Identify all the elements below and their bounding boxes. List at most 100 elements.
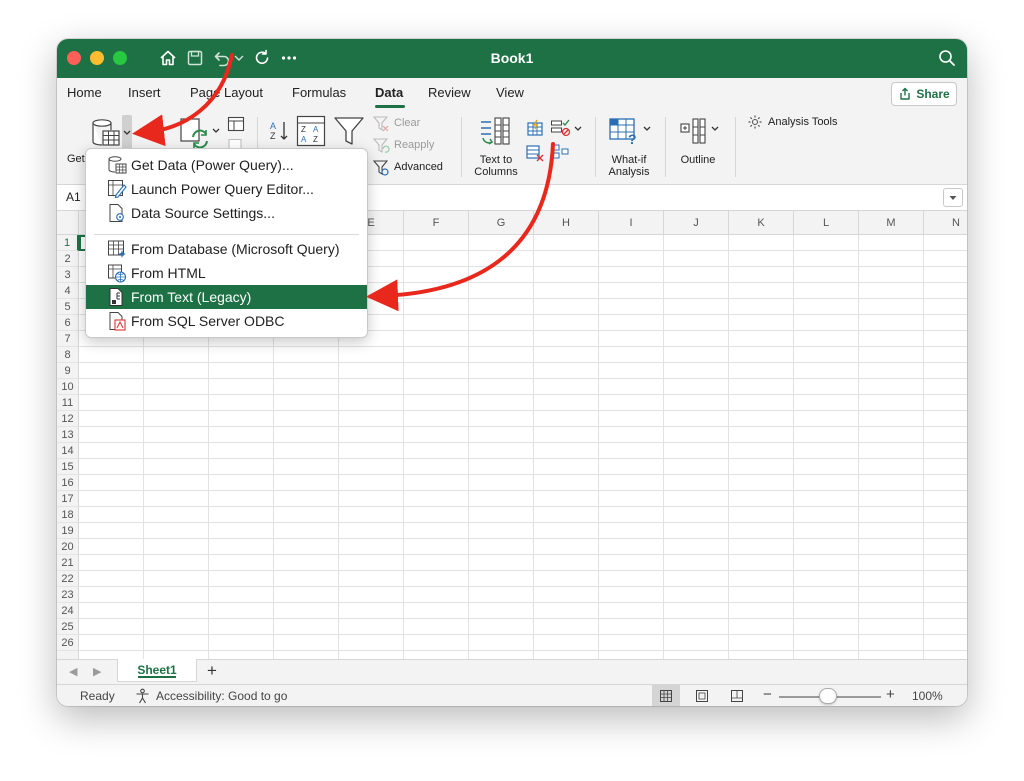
row-header[interactable]: 12 — [57, 411, 79, 427]
row-header[interactable]: 19 — [57, 523, 79, 539]
column-header[interactable]: M — [859, 211, 924, 235]
outline-icon[interactable] — [679, 117, 707, 145]
page-layout-view-icon — [696, 690, 708, 702]
row-header[interactable]: 15 — [57, 459, 79, 475]
consolidate-icon[interactable] — [550, 143, 570, 161]
row-header[interactable]: 6 — [57, 315, 79, 331]
row-header[interactable]: 7 — [57, 331, 79, 347]
tab-page-layout[interactable]: Page Layout — [190, 85, 263, 100]
row-header[interactable]: 26 — [57, 635, 79, 651]
row-header[interactable]: 23 — [57, 587, 79, 603]
refresh-all-icon[interactable] — [179, 117, 215, 149]
menu-item-data-source-settings[interactable]: Data Source Settings... — [86, 201, 367, 225]
menu-item-get-data-power-query[interactable]: Get Data (Power Query)... — [86, 153, 367, 177]
sql-file-icon — [106, 311, 128, 331]
share-button[interactable]: Share — [891, 82, 957, 106]
tab-view[interactable]: View — [496, 85, 524, 100]
add-sheet-button[interactable]: + — [207, 661, 217, 681]
row-header[interactable]: 9 — [57, 363, 79, 379]
row-header[interactable]: 17 — [57, 491, 79, 507]
accessibility-status[interactable]: Accessibility: Good to go — [156, 689, 287, 703]
row-header[interactable]: 10 — [57, 379, 79, 395]
get-data-database-icon[interactable] — [90, 118, 122, 148]
row-header[interactable]: 5 — [57, 299, 79, 315]
get-data-dropdown-button[interactable] — [122, 115, 132, 149]
menu-item-from-text-legacy[interactable]: From Text (Legacy) — [86, 285, 367, 309]
row-header[interactable]: 2 — [57, 251, 79, 267]
row-header[interactable]: 21 — [57, 555, 79, 571]
svg-text:Z: Z — [301, 125, 306, 134]
menu-item-launch-power-query-editor[interactable]: Launch Power Query Editor... — [86, 177, 367, 201]
what-if-chevron-icon[interactable] — [642, 125, 652, 133]
what-if-analysis-label: What-if Analysis — [608, 154, 650, 178]
row-header[interactable]: 13 — [57, 427, 79, 443]
zoom-slider-thumb[interactable] — [819, 688, 837, 704]
zoom-out-button[interactable]: − — [763, 686, 772, 703]
text-to-columns-icon[interactable] — [478, 116, 512, 148]
page-break-view-button[interactable] — [723, 685, 751, 706]
row-header[interactable]: 20 — [57, 539, 79, 555]
column-header[interactable]: J — [664, 211, 729, 235]
zoom-level[interactable]: 100% — [912, 689, 943, 703]
previous-sheet-icon[interactable]: ◀ — [69, 665, 77, 678]
search-icon[interactable] — [936, 47, 958, 69]
normal-view-button[interactable] — [652, 685, 680, 706]
sort-ascending-icon[interactable]: A Z — [268, 119, 290, 143]
outline-chevron-icon[interactable] — [710, 125, 720, 133]
tab-review[interactable]: Review — [428, 85, 471, 100]
sort-dialog-icon[interactable]: Z A A Z — [296, 115, 326, 147]
row-header[interactable]: 3 — [57, 267, 79, 283]
clear-button[interactable]: Clear — [394, 117, 420, 129]
tab-home[interactable]: Home — [67, 85, 102, 100]
row-header[interactable]: 11 — [57, 395, 79, 411]
filter-icon[interactable] — [333, 115, 365, 147]
column-header[interactable]: H — [534, 211, 599, 235]
active-tab-indicator — [375, 105, 405, 108]
menu-item-from-database[interactable]: From Database (Microsoft Query) — [86, 237, 367, 261]
name-box[interactable]: A1 — [66, 190, 81, 204]
row-header[interactable]: 14 — [57, 443, 79, 459]
row-header[interactable]: 18 — [57, 507, 79, 523]
row-header[interactable]: 25 — [57, 619, 79, 635]
get-data-dropdown-menu: Get Data (Power Query)... Launch Power Q… — [85, 148, 368, 338]
analysis-tools-button[interactable]: Analysis Tools — [768, 116, 838, 128]
select-all-corner[interactable] — [57, 211, 79, 235]
share-label: Share — [916, 87, 950, 101]
menu-item-from-html[interactable]: From HTML — [86, 261, 367, 285]
row-header[interactable]: 4 — [57, 283, 79, 299]
zoom-in-button[interactable]: + — [886, 686, 895, 703]
menu-item-from-sql-server-odbc[interactable]: From SQL Server ODBC — [86, 309, 367, 333]
column-header[interactable]: F — [404, 211, 469, 235]
advanced-button[interactable]: Advanced — [394, 161, 443, 173]
sheet-tab-bar: ◀ ▶ Sheet1 + — [57, 659, 967, 684]
queries-connections-icon[interactable] — [227, 116, 245, 132]
column-header[interactable]: N — [924, 211, 967, 235]
row-header[interactable]: 8 — [57, 347, 79, 363]
clear-filter-icon[interactable] — [372, 115, 390, 133]
reapply-button[interactable]: Reapply — [394, 139, 434, 151]
sheet-tab-sheet1[interactable]: Sheet1 — [117, 659, 197, 682]
column-header[interactable]: K — [729, 211, 794, 235]
advanced-filter-icon[interactable] — [372, 159, 390, 177]
what-if-analysis-icon[interactable]: ? — [608, 116, 642, 146]
refresh-chevron-icon[interactable] — [211, 127, 221, 135]
accessibility-icon[interactable] — [134, 688, 151, 704]
expand-formula-bar-button[interactable] — [943, 188, 963, 207]
next-sheet-icon[interactable]: ▶ — [93, 665, 101, 678]
row-header[interactable]: 24 — [57, 603, 79, 619]
tab-formulas[interactable]: Formulas — [292, 85, 346, 100]
flash-fill-icon[interactable] — [525, 119, 545, 137]
remove-duplicates-icon[interactable] — [525, 144, 545, 162]
data-validation-chevron-icon[interactable] — [573, 125, 583, 133]
column-header[interactable]: G — [469, 211, 534, 235]
column-header[interactable]: I — [599, 211, 664, 235]
column-header[interactable]: L — [794, 211, 859, 235]
tab-insert[interactable]: Insert — [128, 85, 161, 100]
row-header[interactable]: 1 — [57, 235, 79, 251]
page-layout-view-button[interactable] — [688, 685, 716, 706]
row-header[interactable]: 16 — [57, 475, 79, 491]
tab-data[interactable]: Data — [375, 85, 403, 100]
data-validation-icon[interactable] — [550, 118, 572, 138]
reapply-filter-icon[interactable] — [372, 137, 390, 155]
row-header[interactable]: 22 — [57, 571, 79, 587]
